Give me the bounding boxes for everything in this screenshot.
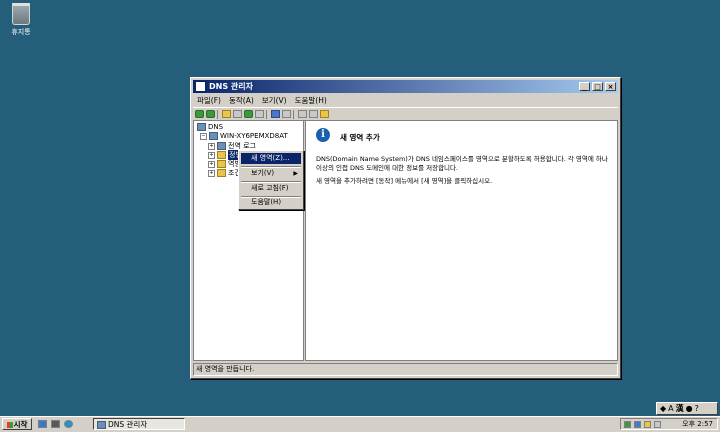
export-list-icon[interactable] [255, 110, 264, 118]
result-pane: i 새 영역 추가 DNS(Domain Name System)가 DNS 네… [305, 120, 618, 361]
clock[interactable]: 오후 2:57 [682, 419, 713, 430]
ime-mode-hanja[interactable]: 漢 [676, 403, 684, 414]
server-list-icon[interactable] [298, 110, 307, 118]
dns-root-icon [197, 123, 206, 131]
action-center-icon[interactable] [654, 421, 661, 428]
menu-action[interactable]: 동작(A) [225, 95, 258, 106]
taskbar-item-dns-manager[interactable]: DNS 관리자 [93, 418, 185, 430]
toolbar-separator [217, 109, 218, 119]
collapse-icon[interactable]: − [200, 132, 207, 140]
start-label: 시작 [13, 420, 28, 429]
tree-node-dns[interactable]: DNS [197, 123, 223, 131]
taskbar-item-label: DNS 관리자 [108, 420, 148, 429]
tree-label-dns: DNS [208, 123, 224, 131]
tray-status-icon[interactable] [624, 421, 631, 428]
filter-icon[interactable] [309, 110, 318, 118]
toolbar-separator [293, 109, 294, 119]
maximize-button[interactable]: □ [592, 82, 603, 91]
log-folder-icon [217, 142, 226, 150]
dns-app-icon [195, 81, 206, 92]
show-desktop-icon[interactable] [38, 420, 47, 428]
menu-bar: 파일(F) 동작(A) 보기(V) 도움말(H) [193, 94, 618, 106]
system-tray: 오후 2:57 [620, 418, 718, 430]
context-view-label: 보기(V) [251, 169, 275, 177]
recycle-bin-label: 휴지통 [11, 28, 31, 36]
help-icon[interactable] [271, 110, 280, 118]
dns-app-icon [97, 421, 106, 429]
ime-help-icon[interactable]: ? [695, 404, 699, 413]
recycle-bin[interactable]: 휴지통 [6, 3, 36, 37]
context-help[interactable]: 도움말(H) [241, 197, 301, 208]
new-zone-icon[interactable] [320, 110, 329, 118]
submenu-arrow-icon: ▶ [293, 170, 298, 177]
ime-settings-icon[interactable]: ● [686, 404, 693, 413]
expand-icon[interactable]: + [208, 151, 215, 159]
speaker-icon[interactable] [644, 421, 651, 428]
info-icon: i [316, 128, 330, 142]
network-icon[interactable] [634, 421, 641, 428]
ime-mode-a[interactable]: A [668, 404, 673, 413]
toolbar [193, 107, 618, 121]
recycle-bin-icon [12, 3, 30, 25]
context-new-zone[interactable]: 새 영역(Z)... [241, 153, 301, 164]
title-bar[interactable]: DNS 관리자 _ □ × [193, 80, 618, 93]
toolbar-separator [266, 109, 267, 119]
ime-icon[interactable]: ◆ [660, 404, 666, 413]
folder-icon [217, 160, 226, 168]
show-hide-tree-icon[interactable] [233, 110, 242, 118]
folder-icon [217, 169, 226, 177]
internet-explorer-icon[interactable] [64, 420, 73, 428]
minimize-button[interactable]: _ [579, 82, 590, 91]
server-manager-icon[interactable] [51, 420, 60, 428]
close-button[interactable]: × [605, 82, 616, 91]
menu-file[interactable]: 파일(F) [193, 95, 225, 106]
status-bar: 새 영역을 만듭니다. [193, 363, 618, 376]
tree-label-server: WIN-XY6PEMXD8AT [220, 132, 288, 140]
dns-manager-window[interactable]: DNS 관리자 _ □ × 파일(F) 동작(A) 보기(V) 도움말(H) D… [190, 77, 621, 379]
menu-help[interactable]: 도움말(H) [291, 95, 331, 106]
up-folder-icon[interactable] [222, 110, 231, 118]
context-refresh[interactable]: 새로 고침(F) [241, 183, 301, 194]
context-view[interactable]: 보기(V) ▶ [241, 168, 301, 179]
start-button[interactable]: 시작 [2, 418, 32, 430]
content-hint: 새 영역을 추가하려면 [동작] 메뉴에서 [새 영역]을 클릭하십시오. [316, 177, 493, 185]
language-bar[interactable]: ◆ A 漢 ● ? [656, 402, 718, 415]
menu-view[interactable]: 보기(V) [258, 95, 291, 106]
properties-icon[interactable] [282, 110, 291, 118]
tree-node-server[interactable]: − WIN-XY6PEMXD8AT [200, 132, 288, 140]
window-title: DNS 관리자 [209, 82, 253, 91]
taskbar: 시작 DNS 관리자 오후 2:57 [0, 416, 720, 432]
folder-icon [217, 151, 226, 159]
context-menu: 새 영역(Z)... 보기(V) ▶ 새로 고침(F) 도움말(H) [238, 150, 304, 210]
windows-flag-icon [6, 422, 13, 428]
back-icon[interactable] [195, 110, 204, 118]
content-description: DNS(Domain Name System)가 DNS 네임스페이스를 영역으… [316, 155, 608, 172]
forward-icon[interactable] [206, 110, 215, 118]
expand-icon[interactable]: + [208, 160, 215, 168]
expand-icon[interactable]: + [208, 169, 215, 177]
expand-icon[interactable]: + [208, 142, 215, 150]
server-icon [209, 132, 218, 140]
refresh-icon[interactable] [244, 110, 253, 118]
content-title: 새 영역 추가 [340, 133, 380, 142]
